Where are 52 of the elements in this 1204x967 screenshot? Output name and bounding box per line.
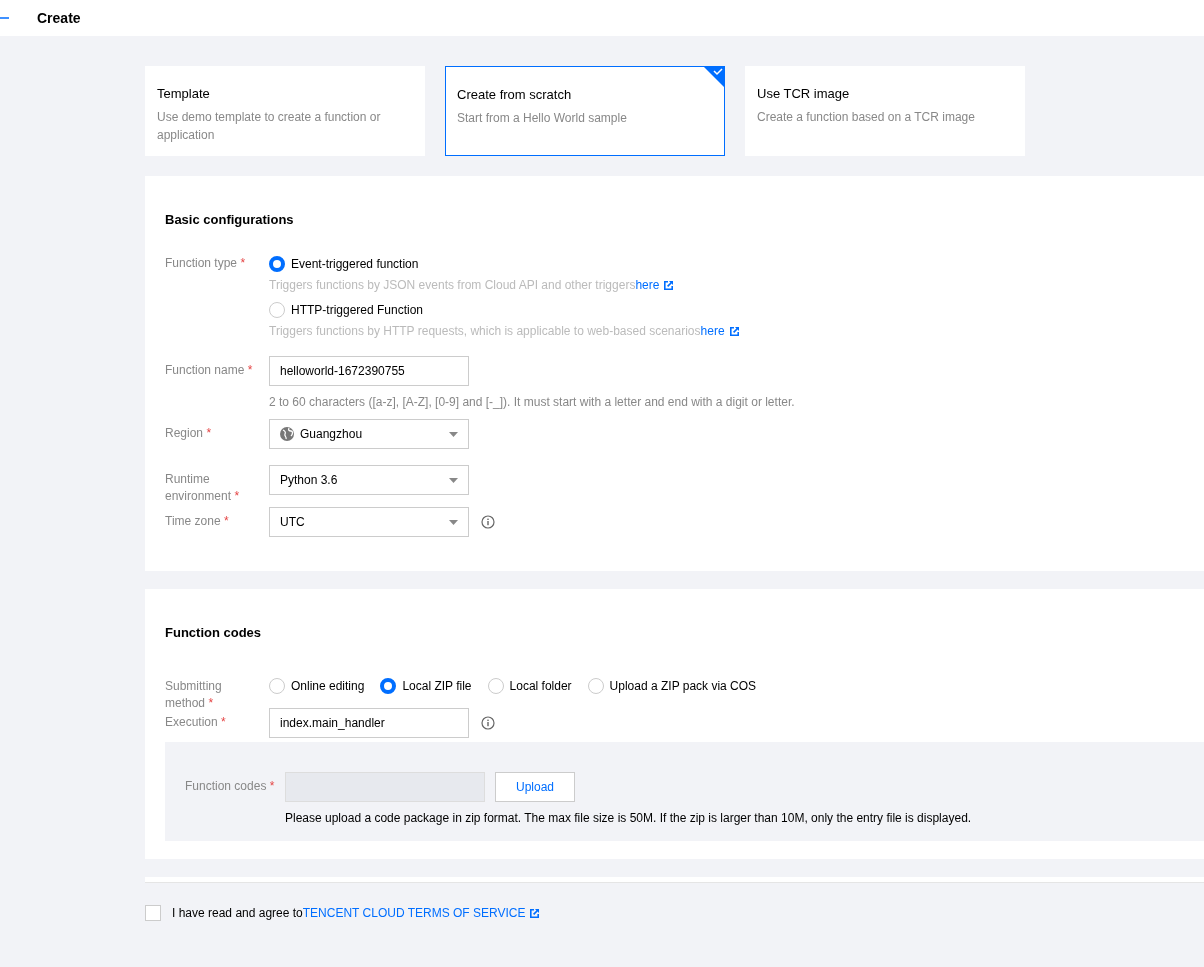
caret-icon (449, 519, 458, 525)
info-icon[interactable] (481, 515, 495, 529)
upload-button[interactable]: Upload (495, 772, 576, 802)
check-corner-icon (703, 66, 725, 88)
option-card[interactable]: Template Use demo template to create a function or application (145, 66, 425, 156)
external-link-icon[interactable] (728, 325, 740, 337)
card-description: Use demo template to create a function or application (157, 109, 382, 144)
caret-icon (449, 477, 458, 483)
hint-text: 2 to 60 characters ([a-z], [A-Z], [0-9] and [-_]). It must start with a letter and end with a digit or letter. (269, 395, 796, 409)
radio-option[interactable]: Event-triggered function (269, 254, 1184, 274)
caret-icon (449, 431, 458, 437)
card-description: Create a function based on a TCR image (757, 109, 976, 126)
field-label: Submitting method * (165, 678, 223, 712)
radio-option[interactable]: Online editing (269, 676, 365, 696)
agree-checkbox[interactable] (145, 905, 161, 921)
field-label: Time zone * (165, 513, 230, 530)
field-label: Runtime environment * (165, 471, 241, 505)
hint-text: Triggers functions by JSON events from Cloud API and other triggers (269, 278, 636, 292)
dropdown-select[interactable]: UTC (269, 507, 469, 537)
card-title: Use TCR image (757, 86, 851, 101)
file-field[interactable] (285, 772, 485, 802)
option-card[interactable]: Use TCR image Create a function based on a TCR image (745, 66, 1025, 156)
info-icon[interactable] (481, 716, 495, 730)
dropdown-select[interactable]: Python 3.6 (269, 465, 469, 495)
page-title: Create (37, 10, 81, 26)
card-title: Template (157, 86, 211, 101)
card-description: Start from a Hello World sample (457, 110, 628, 127)
here-link[interactable]: here (700, 324, 725, 338)
option-card[interactable]: Create from scratch Start from a Hello World sample (445, 66, 725, 156)
here-link[interactable]: here (635, 278, 660, 292)
external-link-icon[interactable] (529, 907, 541, 919)
section-title: Basic configurations (165, 212, 295, 227)
function-name-input[interactable]: helloworld-1672390755 (269, 356, 469, 386)
hint-text: Triggers functions by HTTP requests, which is applicable to web-based scenarios (269, 324, 701, 338)
globe-icon (280, 427, 294, 441)
external-link-icon[interactable] (663, 279, 675, 291)
radio-option[interactable]: Local ZIP file (380, 676, 472, 696)
field-label: Region * (165, 425, 213, 442)
field-label: Function codes * (185, 778, 276, 795)
section-title: Function codes (165, 625, 263, 640)
card-title: Create from scratch (457, 87, 573, 102)
field-label: Function type * (165, 255, 247, 272)
terms-link[interactable]: TENCENT CLOUD TERMS OF SERVICE (302, 906, 526, 920)
execution-input[interactable]: index.main_handler (269, 708, 469, 738)
radio-option[interactable]: Upload a ZIP pack via COS (587, 676, 757, 696)
field-label: Function name * (165, 362, 254, 379)
radio-option[interactable]: HTTP-triggered Function (269, 300, 1184, 320)
field-label: Execution * (165, 714, 227, 731)
upload-note: Please upload a code package in zip format. The max file size is 50M. If the zip is larger than 10M, only the entry file is displayed. (285, 811, 973, 825)
dropdown-select[interactable]: Guangzhou (269, 419, 469, 449)
agreement-text: I have read and agree to (172, 906, 303, 920)
radio-option[interactable]: Local folder (487, 676, 572, 696)
